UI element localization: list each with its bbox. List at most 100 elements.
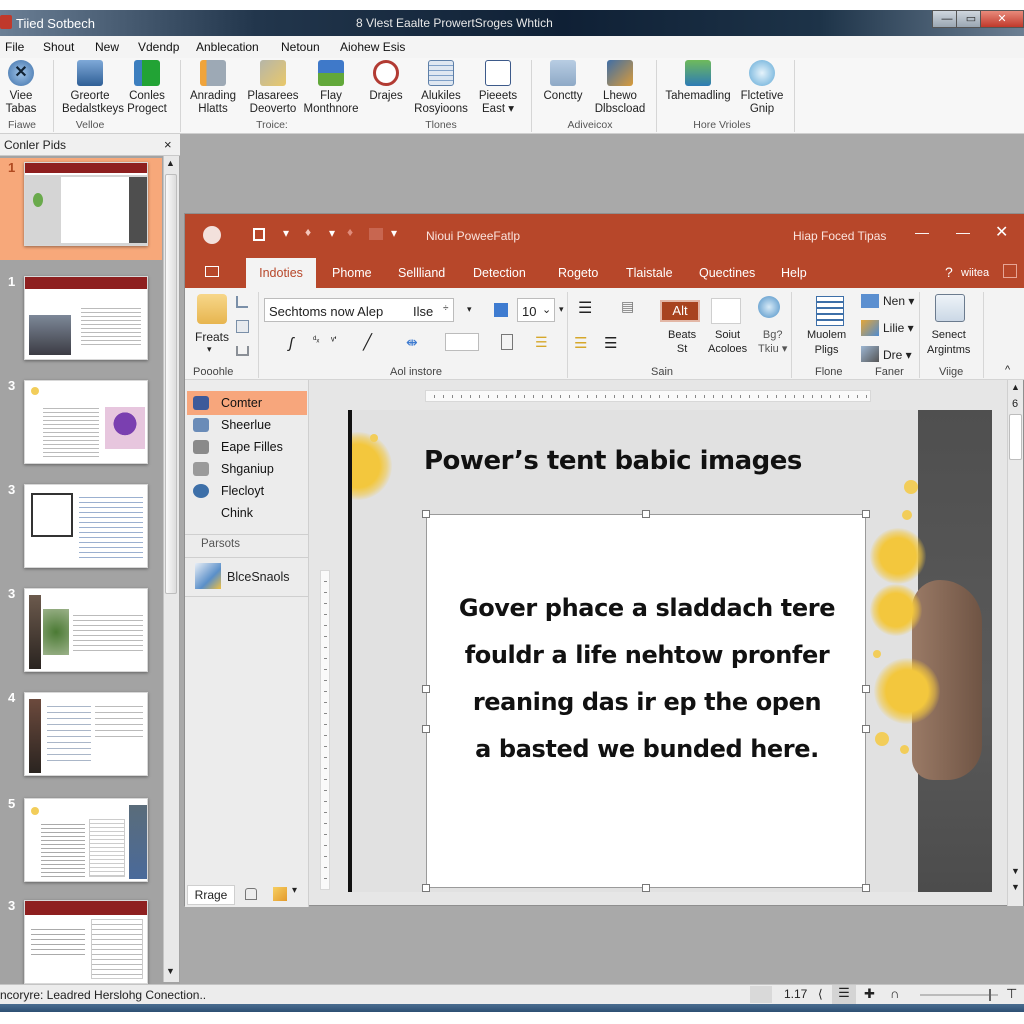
close-panel-icon[interactable]: × — [164, 137, 172, 152]
inner-restore-button[interactable]: — — [956, 224, 970, 240]
slide-thumbnail[interactable]: 3 — [0, 896, 162, 996]
horizontal-ruler[interactable] — [425, 390, 871, 402]
help-icon[interactable]: ? — [945, 264, 953, 280]
resize-handle[interactable] — [422, 510, 430, 518]
paste-dropdown-icon[interactable]: ▾ — [207, 344, 212, 355]
anrading-button[interactable]: Anrading Hlatts — [188, 60, 238, 116]
align-icon[interactable]: ☰ — [535, 334, 548, 351]
modern-plugs-button[interactable]: Muolem Pligs — [807, 328, 846, 358]
side-list-item[interactable]: Comter — [187, 391, 307, 415]
resize-handle[interactable] — [642, 510, 650, 518]
collapse-pane-icon[interactable] — [1003, 264, 1017, 278]
font-name-dropdown-icon[interactable]: ÷ — [443, 303, 449, 314]
save-icon[interactable] — [253, 228, 265, 241]
paste-button[interactable]: Freats — [195, 330, 229, 344]
menu-item-aiohew-esis[interactable]: Aiohew Esis — [340, 40, 405, 54]
slide-canvas[interactable]: Power’s tent babic images Gover phace a … — [348, 410, 992, 892]
account-label[interactable]: wiitea — [961, 267, 989, 279]
notes-icon[interactable] — [245, 888, 257, 900]
redo-icon[interactable]: ▾ — [329, 226, 335, 240]
slide-thumbnail[interactable]: 3 — [0, 376, 162, 476]
file-tab-icon[interactable] — [205, 266, 219, 277]
slide-thumbnail[interactable]: 3 — [0, 480, 162, 580]
highlight-icon[interactable] — [494, 303, 508, 317]
slide-body-text[interactable]: Gover phace a sladdach tere fouldr a lif… — [427, 585, 867, 773]
solut-button[interactable]: Soiut Acoloes — [708, 328, 747, 356]
resize-handle[interactable] — [862, 725, 870, 733]
menu-item-anblecation[interactable]: Anblecation — [196, 40, 259, 54]
resize-handle[interactable] — [422, 884, 430, 892]
inner-minimize-button[interactable]: — — [915, 224, 929, 240]
resize-handle[interactable] — [422, 725, 430, 733]
vertical-ruler[interactable] — [320, 570, 330, 890]
bg-button[interactable]: Bg? Tkiu ▾ — [758, 328, 787, 356]
slide-sorter-icon[interactable]: ✚ — [864, 986, 875, 1002]
copy-icon[interactable] — [236, 320, 249, 333]
font-size-field[interactable]: 10 ⌄ — [517, 298, 555, 322]
tab-help[interactable]: Help — [777, 258, 811, 288]
subscript-icon[interactable]: ᵈₓ — [313, 334, 319, 344]
view-dropdown-icon[interactable]: ▾ — [292, 885, 297, 896]
format-painter-icon[interactable] — [236, 346, 249, 356]
nen-button[interactable]: Nen ▾ — [883, 294, 914, 308]
style-preview-icon[interactable] — [711, 298, 741, 324]
side-list-item[interactable]: Eape Filles — [187, 435, 307, 459]
inner-close-button[interactable]: ✕ — [995, 222, 1008, 242]
flay-button[interactable]: Flay Monthnore — [303, 60, 359, 116]
menu-item-shout[interactable]: Shout — [43, 40, 74, 54]
arrows-icon[interactable]: ⇼ — [406, 334, 418, 351]
dre-icon[interactable] — [861, 346, 879, 362]
scroll-up-icon[interactable]: ▲ — [1011, 382, 1020, 392]
globe-icon[interactable] — [758, 296, 780, 318]
tab-quectines[interactable]: Quectines — [695, 258, 759, 288]
side-list-item[interactable]: Shganiup — [187, 457, 307, 481]
slide-thumbnail[interactable]: 1 — [0, 158, 162, 260]
menu-item-netoun[interactable]: Netoun — [281, 40, 320, 54]
columns-icon[interactable]: ▤ — [621, 298, 634, 315]
tab-phome[interactable]: Phome — [328, 258, 376, 288]
slide-thumbnail[interactable]: 4 — [0, 688, 162, 788]
slideshow-view-icon[interactable] — [273, 887, 287, 901]
tab-rogeto[interactable]: Rogeto — [554, 258, 602, 288]
resize-handle[interactable] — [862, 884, 870, 892]
normal-view-icon[interactable]: ☰ — [832, 985, 856, 1004]
collapse-ribbon-icon[interactable]: ^ — [1005, 364, 1010, 376]
slides-scrollbar[interactable]: ▲ ▼ — [163, 156, 179, 982]
selected-text-box[interactable]: Gover phace a sladdach tere fouldr a lif… — [422, 510, 870, 892]
menu-item-file[interactable]: File — [5, 40, 24, 54]
resize-handle[interactable] — [642, 884, 650, 892]
fit-slide-icon[interactable]: ⊤ — [1006, 986, 1017, 1002]
paste-icon[interactable] — [197, 294, 227, 324]
tahemadling-button[interactable]: Tahemadling — [664, 60, 732, 103]
drajes-button[interactable]: Drajes — [364, 60, 408, 103]
spellcheck-icon[interactable] — [750, 986, 772, 1003]
plasarees-button[interactable]: Plasarees Deoverto — [244, 60, 302, 116]
slide-thumbnail[interactable]: 5 — [0, 794, 162, 894]
scroll-thumb[interactable] — [165, 174, 177, 594]
lille-icon[interactable] — [861, 320, 879, 336]
beats-button[interactable]: Beats St — [668, 328, 696, 356]
nen-icon[interactable] — [861, 294, 879, 308]
slide-title[interactable]: Power’s tent babic images — [424, 446, 802, 476]
resize-handle[interactable] — [862, 510, 870, 518]
slide-thumbnail[interactable]: 1 — [0, 272, 162, 372]
font-dropdown-icon[interactable]: ▾ — [467, 304, 472, 315]
conctty-button[interactable]: Conctty — [538, 60, 588, 103]
menu-item-new[interactable]: New — [95, 40, 119, 54]
slide-thumbnail[interactable]: 3 — [0, 584, 162, 684]
side-list-item[interactable]: Flecloyt — [187, 479, 307, 503]
scroll-thumb[interactable] — [1009, 414, 1022, 460]
italic-icon[interactable]: ʃ — [289, 335, 293, 352]
pin-icon[interactable]: ♦ — [305, 225, 311, 239]
tab-indoties[interactable]: Indoties — [246, 258, 316, 288]
side-list-item[interactable]: Sheerlue — [187, 413, 307, 437]
tab-rrage[interactable]: Rrage — [187, 885, 235, 905]
lille-button[interactable]: Lilie ▾ — [883, 321, 914, 335]
text-direction-icon[interactable] — [501, 334, 513, 350]
blocks-item[interactable]: BlceSnaols — [227, 570, 290, 584]
tab-tlaistale[interactable]: Tlaistale — [622, 258, 677, 288]
create-button[interactable]: Greorte Bedalstkeys — [62, 60, 124, 116]
scroll-up-icon[interactable]: ▲ — [166, 158, 175, 168]
cut-icon[interactable] — [236, 296, 248, 308]
justify-icon[interactable]: ☰ — [604, 334, 617, 352]
